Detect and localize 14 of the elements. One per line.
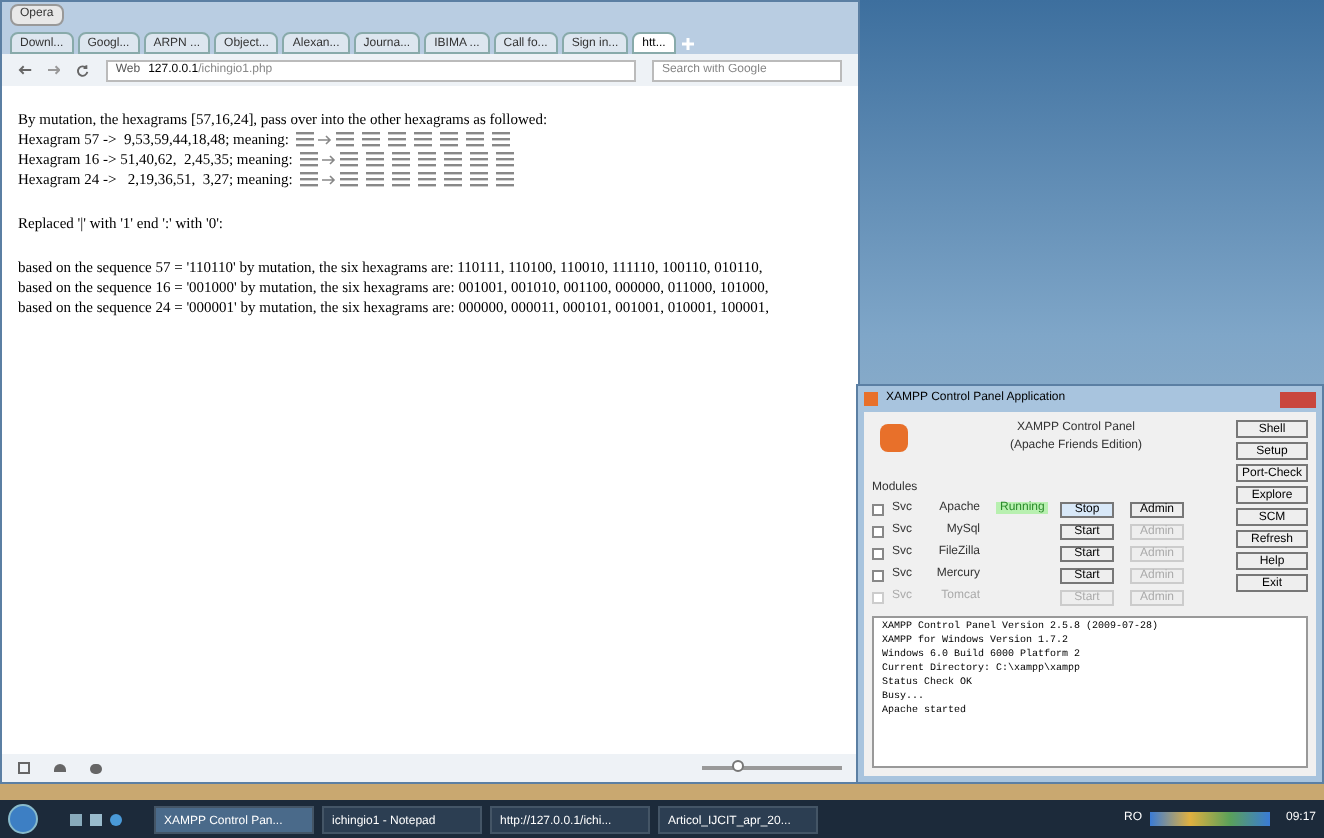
svc-checkbox[interactable] <box>872 569 884 581</box>
start-button[interactable] <box>8 804 38 834</box>
browser-icon[interactable] <box>110 813 122 825</box>
zoom-thumb[interactable] <box>731 760 743 772</box>
reload-icon[interactable] <box>76 63 90 77</box>
xampp-logo-icon <box>880 424 908 452</box>
svc-checkbox[interactable] <box>872 547 884 559</box>
xampp-logo-icon <box>864 392 878 406</box>
panel-icon[interactable] <box>18 762 30 774</box>
forward-icon[interactable] <box>47 64 61 76</box>
close-button[interactable] <box>1280 391 1316 407</box>
svc-checkbox[interactable] <box>872 503 884 515</box>
svc-checkbox[interactable] <box>872 525 884 537</box>
back-icon[interactable] <box>18 64 32 76</box>
